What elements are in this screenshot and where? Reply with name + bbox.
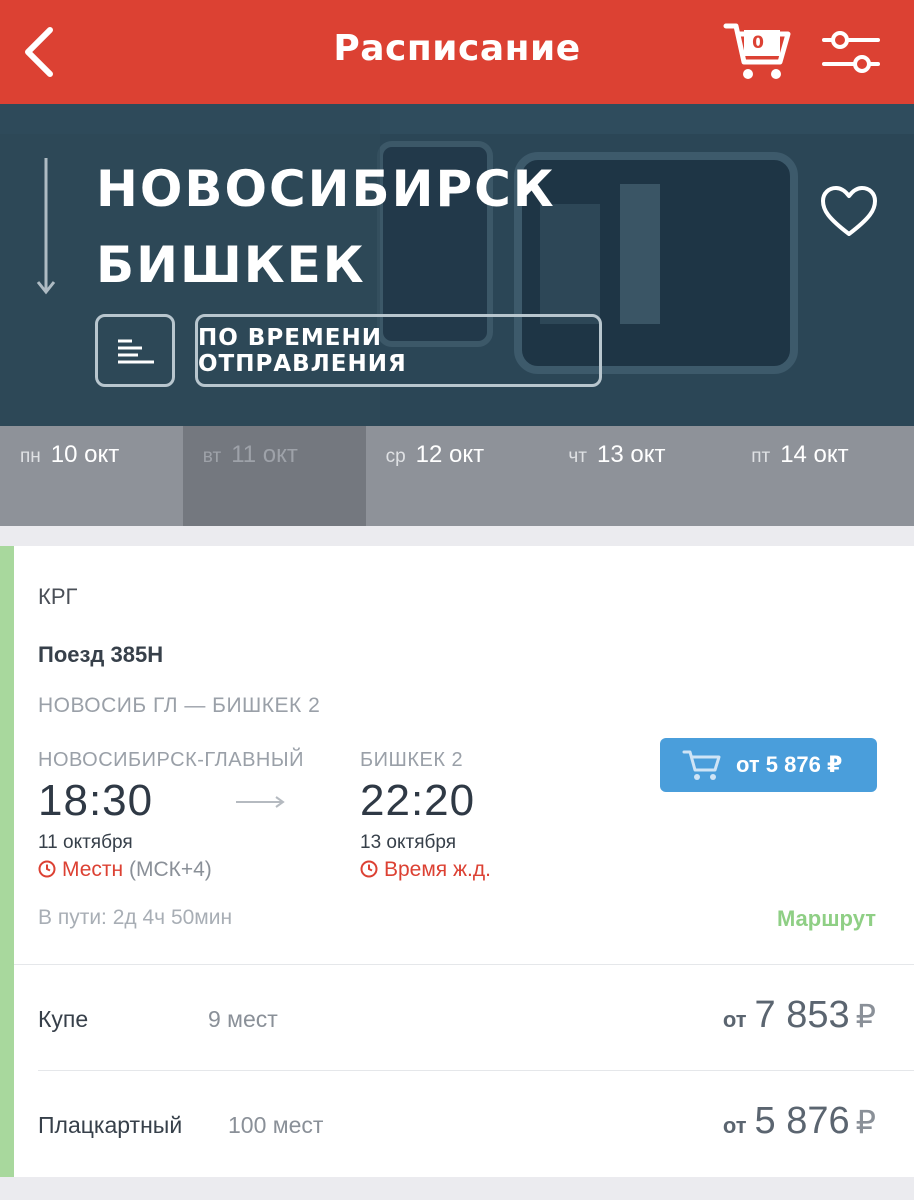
- currency-symbol: ₽: [855, 998, 876, 1034]
- date-tab-dow: пн: [20, 446, 41, 467]
- sort-order-button[interactable]: [95, 314, 175, 387]
- cart-icon: [682, 750, 721, 780]
- route-hero: НОВОСИБИРСК БИШКЕК ПО ВРЕМЕНИ ОТПРАВЛЕНИ…: [0, 104, 914, 426]
- from-city: НОВОСИБИРСК: [96, 160, 556, 218]
- sort-bars-icon: [118, 339, 154, 364]
- currency-symbol: ₽: [855, 1104, 876, 1140]
- filter-button[interactable]: [820, 26, 882, 78]
- date-tab-dow: ср: [385, 446, 406, 467]
- carrier-name: КРГ: [38, 584, 78, 609]
- favorite-button[interactable]: [818, 184, 880, 240]
- date-tab-mon[interactable]: пн 10 окт: [0, 426, 183, 526]
- seat-class-name: Купе: [38, 1006, 89, 1032]
- sort-by-button[interactable]: ПО ВРЕМЕНИ ОТПРАВЛЕНИЯ: [195, 314, 602, 387]
- arrival-tz-label: Время ж.д.: [384, 858, 491, 881]
- date-tab-thu[interactable]: чт 13 окт: [548, 426, 731, 526]
- departure-date: 11 октября: [38, 832, 133, 853]
- route-name: НОВОСИБ ГЛ — БИШКЕК 2: [38, 694, 321, 717]
- departure-timezone: Местн (МСК+4): [38, 858, 212, 882]
- divider: [38, 1070, 914, 1071]
- date-tab-dow: вт: [202, 446, 222, 467]
- seat-class-row[interactable]: Плацкартный 100 мест от 5 876 ₽: [38, 1072, 876, 1176]
- arrow-right-icon: [236, 796, 285, 808]
- arrival-station: БИШКЕК 2: [360, 749, 464, 771]
- seat-availability: 9 мест: [208, 1006, 278, 1032]
- date-tab-wed[interactable]: ср 12 окт: [366, 426, 549, 526]
- date-tab-date: 13 окт: [597, 441, 666, 468]
- price-amount: 7 853: [754, 994, 850, 1036]
- price-amount: 5 876: [754, 1100, 850, 1142]
- travel-duration: В пути: 2д 4ч 50мин: [38, 906, 233, 929]
- seat-availability: 100 мест: [228, 1112, 324, 1138]
- card-accent-stripe: [0, 546, 14, 1177]
- route-link[interactable]: Маршрут: [777, 906, 876, 932]
- train-number: Поезд 385Н: [38, 642, 164, 667]
- seat-price: от 7 853 ₽: [723, 994, 876, 1037]
- direction-arrow-icon: [36, 158, 56, 295]
- arrival-time: 22:20: [360, 776, 476, 825]
- date-tab-date: 10 окт: [50, 441, 120, 468]
- cart-button[interactable]: 0: [722, 20, 792, 84]
- seat-price: от 5 876 ₽: [723, 1100, 876, 1143]
- date-tab-date: 11 окт: [231, 441, 298, 468]
- date-tab-dow: пт: [751, 446, 771, 467]
- heart-icon: [821, 186, 877, 236]
- departure-station: НОВОСИБИРСК-ГЛАВНЫЙ: [38, 749, 304, 771]
- departure-time: 18:30: [38, 776, 154, 825]
- clock-icon: [38, 860, 56, 878]
- date-tab-tue[interactable]: вт 11 окт: [182, 426, 366, 526]
- train-card[interactable]: КРГ Поезд 385Н НОВОСИБ ГЛ — БИШКЕК 2 НОВ…: [0, 546, 914, 1177]
- top-bar: Расписание 0: [0, 0, 914, 104]
- departure-tz-offset: (МСК+4): [128, 858, 212, 881]
- min-price-label: от 5 876 ₽: [736, 752, 843, 777]
- to-city: БИШКЕК: [96, 236, 366, 294]
- arrival-timezone: Время ж.д.: [360, 858, 491, 882]
- buy-ticket-button[interactable]: от 5 876 ₽: [660, 738, 877, 792]
- price-prefix: от: [722, 1113, 747, 1138]
- date-tab-dow: чт: [568, 446, 587, 467]
- arrival-date: 13 октября: [360, 832, 457, 853]
- filter-sliders-icon: [822, 31, 880, 73]
- seat-class-row[interactable]: Купе 9 мест от 7 853 ₽: [38, 966, 876, 1070]
- departure-tz-label: Местн: [62, 858, 124, 881]
- seat-class-name: Плацкартный: [38, 1112, 183, 1138]
- clock-icon: [360, 860, 378, 878]
- date-tab-date: 12 окт: [415, 441, 485, 468]
- date-tab-fri[interactable]: пт 14 окт: [731, 426, 914, 526]
- divider: [14, 964, 914, 965]
- date-tab-date: 14 окт: [780, 441, 849, 468]
- price-prefix: от: [722, 1007, 747, 1032]
- date-tabs: пн 10 окт вт 11 окт ср 12 окт чт 13 окт пт 14…: [0, 426, 914, 526]
- cart-count-badge: 0: [752, 33, 764, 53]
